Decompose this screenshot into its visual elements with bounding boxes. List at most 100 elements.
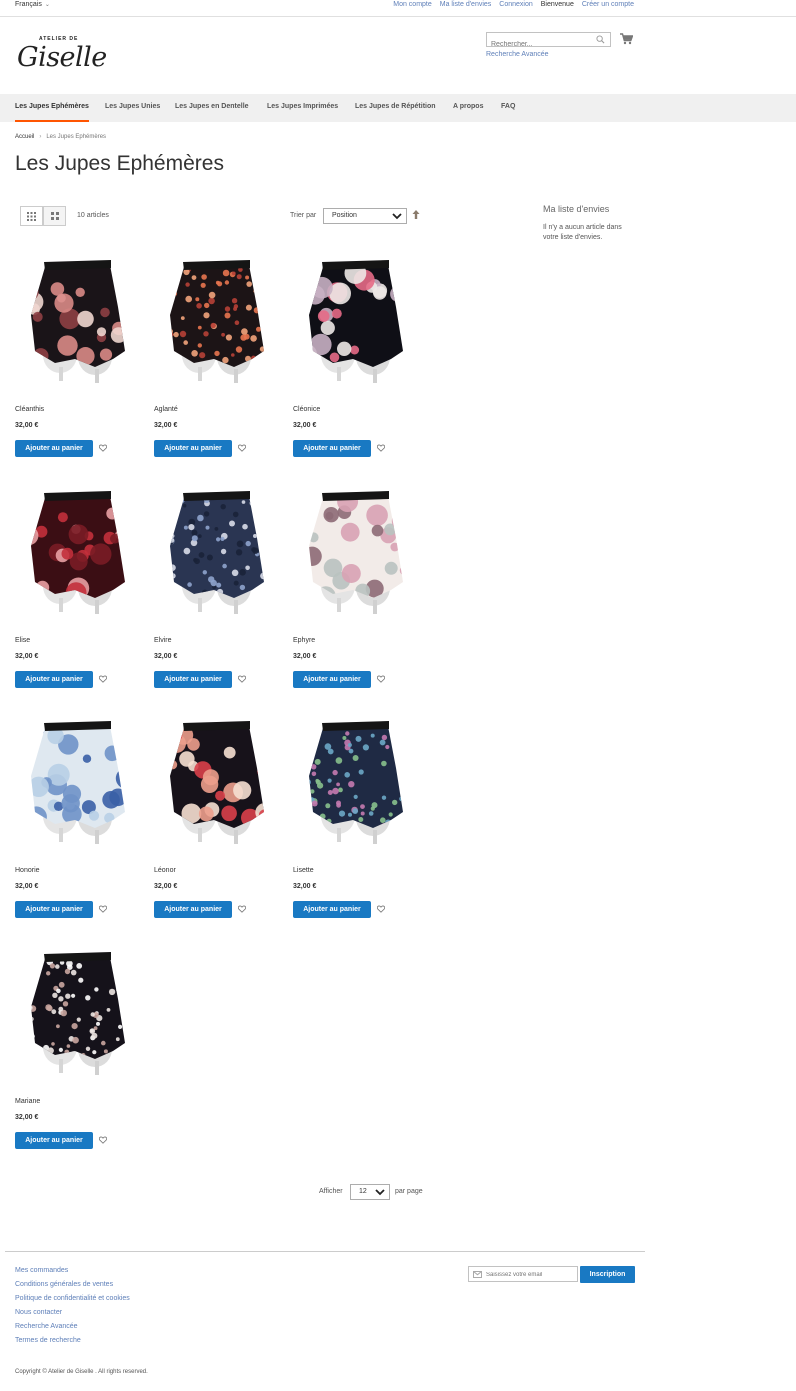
product-image[interactable] [154,486,279,626]
heart-icon[interactable] [99,905,107,913]
search-icon[interactable] [596,35,605,44]
product-image[interactable] [15,486,140,626]
product-name[interactable]: Cléanthis [15,406,44,413]
heart-icon[interactable] [99,1136,107,1144]
product-price: 32,00 € [15,883,39,890]
heart-icon[interactable] [377,905,385,913]
product-price: 32,00 € [15,1114,39,1121]
product-name[interactable]: Honorie [15,867,40,874]
add-to-cart-button[interactable]: Ajouter au panier [154,901,232,918]
copyright: Copyright © Atelier de Giselle . All rig… [15,1369,148,1375]
logo-title: Giselle [17,42,107,73]
nav-item-jupes-imprimees[interactable]: Les Jupes Imprimées [267,94,338,122]
product-image[interactable] [15,947,140,1087]
product-name[interactable]: Aglanté [154,406,178,413]
site-logo[interactable]: ATELIER DE Giselle [17,36,107,78]
nav-item-jupes-unies[interactable]: Les Jupes Unies [105,94,160,122]
add-to-cart-button[interactable]: Ajouter au panier [293,440,371,457]
footer-link-contact[interactable]: Nous contacter [15,1306,130,1320]
add-to-cart-button[interactable]: Ajouter au panier [293,901,371,918]
product-item: Ephyre 32,00 € Ajouter au panier [293,486,418,701]
footer-link-advanced-search[interactable]: Recherche Avancée [15,1320,130,1334]
product-image[interactable] [15,255,140,395]
product-name[interactable]: Ephyre [293,637,315,644]
product-price: 32,00 € [293,883,317,890]
create-account-link[interactable]: Créer un compte [582,1,634,8]
footer-divider [5,1251,645,1252]
nav-item-jupes-repetition[interactable]: Les Jupes de Répétition [355,94,436,122]
product-image[interactable] [154,716,279,856]
add-to-cart-button[interactable]: Ajouter au panier [15,671,93,688]
product-price: 32,00 € [15,653,39,660]
product-name[interactable]: Cléonice [293,406,320,413]
language-label: Français [15,1,42,8]
footer-link-privacy[interactable]: Politique de confidentialité et cookies [15,1292,130,1306]
login-link[interactable]: Connexion [499,1,532,8]
heart-icon[interactable] [238,675,246,683]
newsletter-field [468,1266,578,1282]
my-account-link[interactable]: Mon compte [393,1,432,8]
add-to-cart-button[interactable]: Ajouter au panier [154,440,232,457]
newsletter-subscribe-button[interactable]: Inscription [580,1266,635,1283]
breadcrumb-separator: › [39,134,42,140]
nav-item-jupes-dentelle[interactable]: Les Jupes en Dentelle [175,94,249,122]
language-switcher[interactable]: Français ⌄ [15,1,50,8]
heart-icon[interactable] [238,905,246,913]
heart-icon[interactable] [99,444,107,452]
product-image[interactable] [154,255,279,395]
list-view-button[interactable] [43,206,66,226]
footer-link-search-terms[interactable]: Termes de recherche [15,1334,130,1348]
add-to-cart-button[interactable]: Ajouter au panier [154,671,232,688]
add-to-cart-button[interactable]: Ajouter au panier [15,440,93,457]
add-to-cart-button[interactable]: Ajouter au panier [15,1132,93,1149]
product-image[interactable] [293,255,418,395]
sort-direction-arrow-icon[interactable] [412,210,420,219]
nav-item-jupes-ephemeres[interactable]: Les Jupes Ephémères [15,94,89,122]
product-name[interactable]: Elvire [154,637,172,644]
product-price: 32,00 € [154,883,178,890]
product-item: Cléonice 32,00 € Ajouter au panier [293,255,418,470]
product-name[interactable]: Léonor [154,867,176,874]
product-price: 32,00 € [154,653,178,660]
product-name[interactable]: Elise [15,637,30,644]
heart-icon[interactable] [99,675,107,683]
limiter-suffix: par page [395,1188,423,1195]
grid-view-button[interactable] [20,206,43,226]
product-name[interactable]: Lisette [293,867,314,874]
product-price: 32,00 € [293,653,317,660]
product-image[interactable] [15,716,140,856]
heart-icon[interactable] [377,675,385,683]
welcome-text: Bienvenue [540,1,574,8]
search-box [486,32,611,51]
add-to-cart-button[interactable]: Ajouter au panier [293,671,371,688]
newsletter-email-input[interactable] [486,1268,576,1281]
footer-link-orders[interactable]: Mes commandes [15,1264,130,1278]
product-price: 32,00 € [154,422,178,429]
product-image[interactable] [293,486,418,626]
limiter-select[interactable]: 12 [350,1184,390,1200]
chevron-down-icon: ⌄ [44,2,50,8]
nav-item-faq[interactable]: FAQ [501,94,515,122]
view-mode-switcher [20,206,66,226]
heart-icon[interactable] [238,444,246,452]
add-to-cart-button[interactable]: Ajouter au panier [15,901,93,918]
heart-icon[interactable] [377,444,385,452]
product-name[interactable]: Mariane [15,1098,40,1105]
breadcrumb-home[interactable]: Accueil [15,134,34,140]
sort-label: Trier par [290,212,317,219]
wishlist-sidebar-title: Ma liste d'envies [543,204,610,214]
product-item: Elvire 32,00 € Ajouter au panier [154,486,279,701]
product-price: 32,00 € [15,422,39,429]
page-title: Les Jupes Ephémères [15,152,224,175]
sort-select[interactable]: Position [323,208,407,224]
nav-item-a-propos[interactable]: A propos [453,94,483,122]
breadcrumb: Accueil › Les Jupes Ephémères [15,134,106,140]
limiter-value: 12 [359,1188,367,1195]
item-count: 10 articles [77,212,109,219]
cart-icon[interactable] [620,33,633,45]
wishlist-link[interactable]: Ma liste d'envies [440,1,492,8]
footer-link-terms[interactable]: Conditions générales de ventes [15,1278,130,1292]
search-input[interactable] [487,38,587,51]
product-image[interactable] [293,716,418,856]
advanced-search-link[interactable]: Recherche Avancée [486,51,549,58]
